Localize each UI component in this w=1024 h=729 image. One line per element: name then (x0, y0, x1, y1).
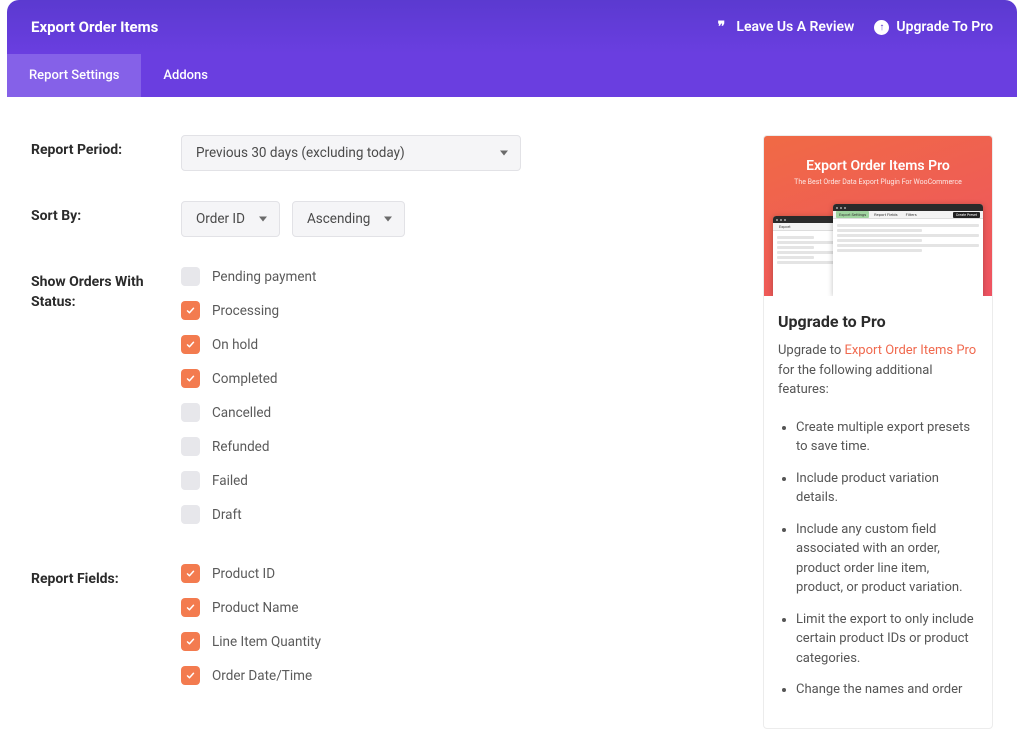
promo-hero-title: Export Order Items Pro (778, 158, 978, 174)
checkbox-label: Product Name (212, 600, 299, 616)
tab-report-settings[interactable]: Report Settings (7, 54, 141, 97)
fields-checkbox-list: Product ID Product Name Line Item Quantity… (181, 564, 723, 685)
promo-feature-item: Change the names and order (796, 680, 978, 700)
page-title: Export Order Items (31, 18, 158, 36)
checkbox-label: Cancelled (212, 405, 271, 421)
checkbox-label: Completed (212, 371, 278, 387)
leave-review-link[interactable]: ❞ Leave Us A Review (713, 19, 854, 35)
main-form: Report Period: Previous 30 days (excludi… (31, 135, 723, 729)
field-checkbox[interactable]: Product ID (181, 564, 723, 583)
checkbox-label: Refunded (212, 439, 269, 455)
promo-feature-list: Create multiple export presets to save t… (778, 418, 978, 700)
header-bar: Export Order Items ❞ Leave Us A Review ↑… (7, 0, 1017, 54)
sort-field-value: Order ID (196, 211, 245, 227)
checkbox-label: Processing (212, 303, 279, 319)
sort-by-label: Sort By: (31, 201, 181, 227)
promo-feature-item: Include product variation details. (796, 469, 978, 508)
sidebar: Export Order Items Pro The Best Order Da… (763, 135, 993, 729)
chevron-down-icon (384, 217, 392, 222)
tabs-bar: Report Settings Addons (7, 54, 1017, 97)
promo-pro-link[interactable]: Export Order Items Pro (844, 343, 976, 358)
arrow-up-icon: ↑ (874, 20, 889, 35)
checkbox-box (181, 505, 200, 524)
promo-heading: Upgrade to Pro (778, 312, 978, 331)
promo-intro: Upgrade to Export Order Items Pro for th… (778, 341, 978, 400)
check-icon (186, 603, 195, 612)
checkbox-label: Failed (212, 473, 248, 489)
checkbox-box (181, 471, 200, 490)
sort-direction-value: Ascending (307, 211, 370, 227)
check-icon (186, 306, 195, 315)
status-checkbox[interactable]: Completed (181, 369, 723, 388)
check-icon (186, 569, 195, 578)
upgrade-pro-label: Upgrade To Pro (896, 19, 993, 35)
checkbox-box (181, 267, 200, 286)
check-icon (186, 340, 195, 349)
promo-hero-subtitle: The Best Order Data Export Plugin For Wo… (778, 178, 978, 186)
upgrade-promo-card: Export Order Items Pro The Best Order Da… (763, 135, 993, 729)
promo-feature-item: Limit the export to only include certain… (796, 610, 978, 669)
status-checkbox[interactable]: On hold (181, 335, 723, 354)
sort-field-select[interactable]: Order ID (181, 201, 280, 237)
field-checkbox[interactable]: Product Name (181, 598, 723, 617)
status-checkbox[interactable]: Cancelled (181, 403, 723, 422)
field-checkbox[interactable]: Order Date/Time (181, 666, 723, 685)
check-icon (186, 637, 195, 646)
checkbox-box (181, 666, 200, 685)
checkbox-label: Draft (212, 507, 242, 523)
chevron-down-icon (500, 151, 508, 156)
promo-hero: Export Order Items Pro The Best Order Da… (764, 136, 992, 296)
promo-screenshot-mock: Export Export Settings Report F (773, 196, 983, 296)
check-icon (186, 374, 195, 383)
upgrade-pro-link[interactable]: ↑ Upgrade To Pro (874, 19, 993, 35)
status-checkbox[interactable]: Processing (181, 301, 723, 320)
checkbox-label: Product ID (212, 566, 275, 582)
checkbox-label: Pending payment (212, 269, 316, 285)
check-icon (186, 671, 195, 680)
sort-direction-select[interactable]: Ascending (292, 201, 405, 237)
status-checkbox[interactable]: Refunded (181, 437, 723, 456)
promo-feature-item: Create multiple export presets to save t… (796, 418, 978, 457)
checkbox-box (181, 598, 200, 617)
checkbox-box (181, 632, 200, 651)
promo-feature-item: Include any custom field associated with… (796, 520, 978, 598)
mock-window-front: Export Settings Report Fields Filters Cr… (833, 204, 983, 296)
status-filter-label: Show Orders With Status: (31, 267, 181, 312)
report-period-label: Report Period: (31, 135, 181, 161)
report-period-select[interactable]: Previous 30 days (excluding today) (181, 135, 521, 171)
status-checkbox-list: Pending payment Processing On hold Complete… (181, 267, 723, 524)
checkbox-box (181, 369, 200, 388)
leave-review-label: Leave Us A Review (736, 19, 854, 35)
quote-icon: ❞ (713, 19, 729, 35)
checkbox-box (181, 564, 200, 583)
checkbox-label: Line Item Quantity (212, 634, 321, 650)
checkbox-box (181, 437, 200, 456)
checkbox-box (181, 403, 200, 422)
status-checkbox[interactable]: Draft (181, 505, 723, 524)
checkbox-box (181, 301, 200, 320)
report-period-value: Previous 30 days (excluding today) (196, 145, 405, 161)
tab-addons[interactable]: Addons (141, 54, 230, 97)
chevron-down-icon (259, 217, 267, 222)
field-checkbox[interactable]: Line Item Quantity (181, 632, 723, 651)
report-fields-label: Report Fields: (31, 564, 181, 590)
status-checkbox[interactable]: Failed (181, 471, 723, 490)
checkbox-label: Order Date/Time (212, 668, 312, 684)
header-links: ❞ Leave Us A Review ↑ Upgrade To Pro (713, 19, 993, 35)
status-checkbox[interactable]: Pending payment (181, 267, 723, 286)
checkbox-box (181, 335, 200, 354)
checkbox-label: On hold (212, 337, 258, 353)
